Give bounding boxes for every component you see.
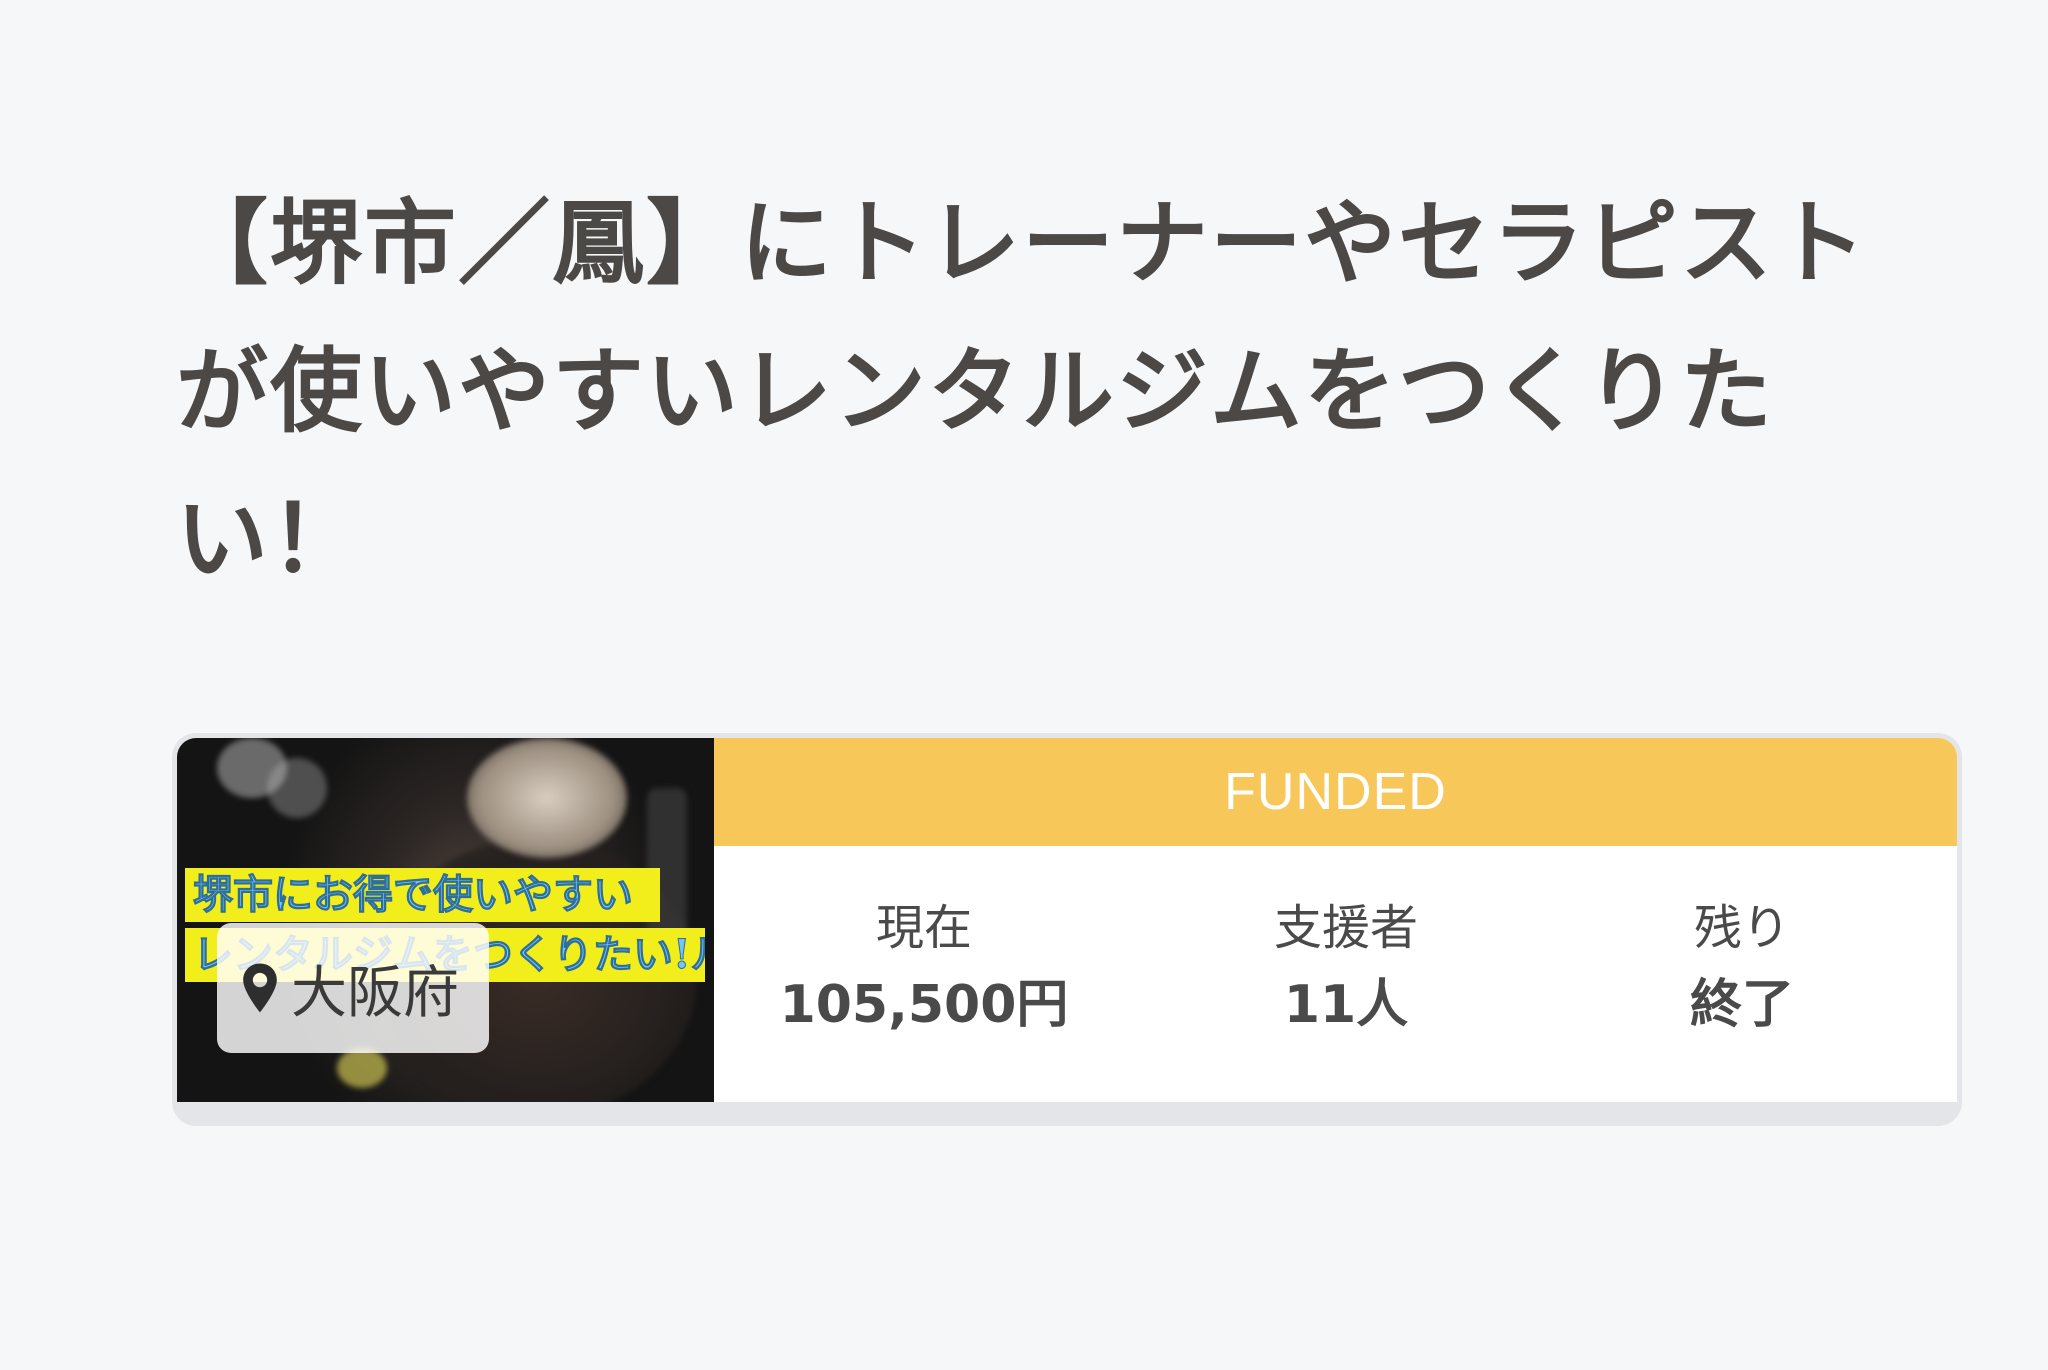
status-badge: FUNDED — [714, 738, 1957, 846]
stat-raised-value: 105,500円 — [779, 975, 1069, 1035]
project-card[interactable]: 堺市にお得で使いやすい レンタルジムをつくりたい!ルジムを! 大阪府 FUNDE… — [172, 733, 1962, 1126]
project-title[interactable]: 【堺市／鳳】にトレーナーやセラピストが使いやすいレンタルジムをつくりたい！ — [176, 170, 1916, 614]
thumbnail-background — [337, 1048, 387, 1088]
location-badge: 大阪府 — [217, 923, 489, 1053]
thumbnail-banner-line1: 堺市にお得で使いやすい — [185, 868, 660, 922]
thumbnail-figure — [467, 738, 627, 858]
stat-remaining-label: 残り — [1693, 900, 1790, 956]
location-label: 大阪府 — [291, 960, 459, 1026]
stat-backers-value: 11人 — [1283, 975, 1409, 1035]
stat-backers: 支援者 11人 — [1136, 846, 1556, 1040]
stat-backers-label: 支援者 — [1273, 900, 1418, 956]
map-pin-icon — [243, 963, 277, 1013]
stat-raised-label: 現在 — [875, 900, 972, 956]
project-thumbnail[interactable]: 堺市にお得で使いやすい レンタルジムをつくりたい!ルジムを! 大阪府 — [177, 738, 714, 1102]
page: 【堺市／鳳】にトレーナーやセラピストが使いやすいレンタルジムをつくりたい！ 堺市… — [0, 0, 2048, 1370]
stat-raised: 現在 105,500円 — [714, 846, 1134, 1040]
thumbnail-background — [267, 758, 327, 818]
stat-remaining-value: 終了 — [1689, 975, 1794, 1035]
project-stats: 現在 105,500円 支援者 11人 残り 終了 — [714, 846, 1957, 1102]
stat-remaining: 残り 終了 — [1532, 846, 1952, 1040]
